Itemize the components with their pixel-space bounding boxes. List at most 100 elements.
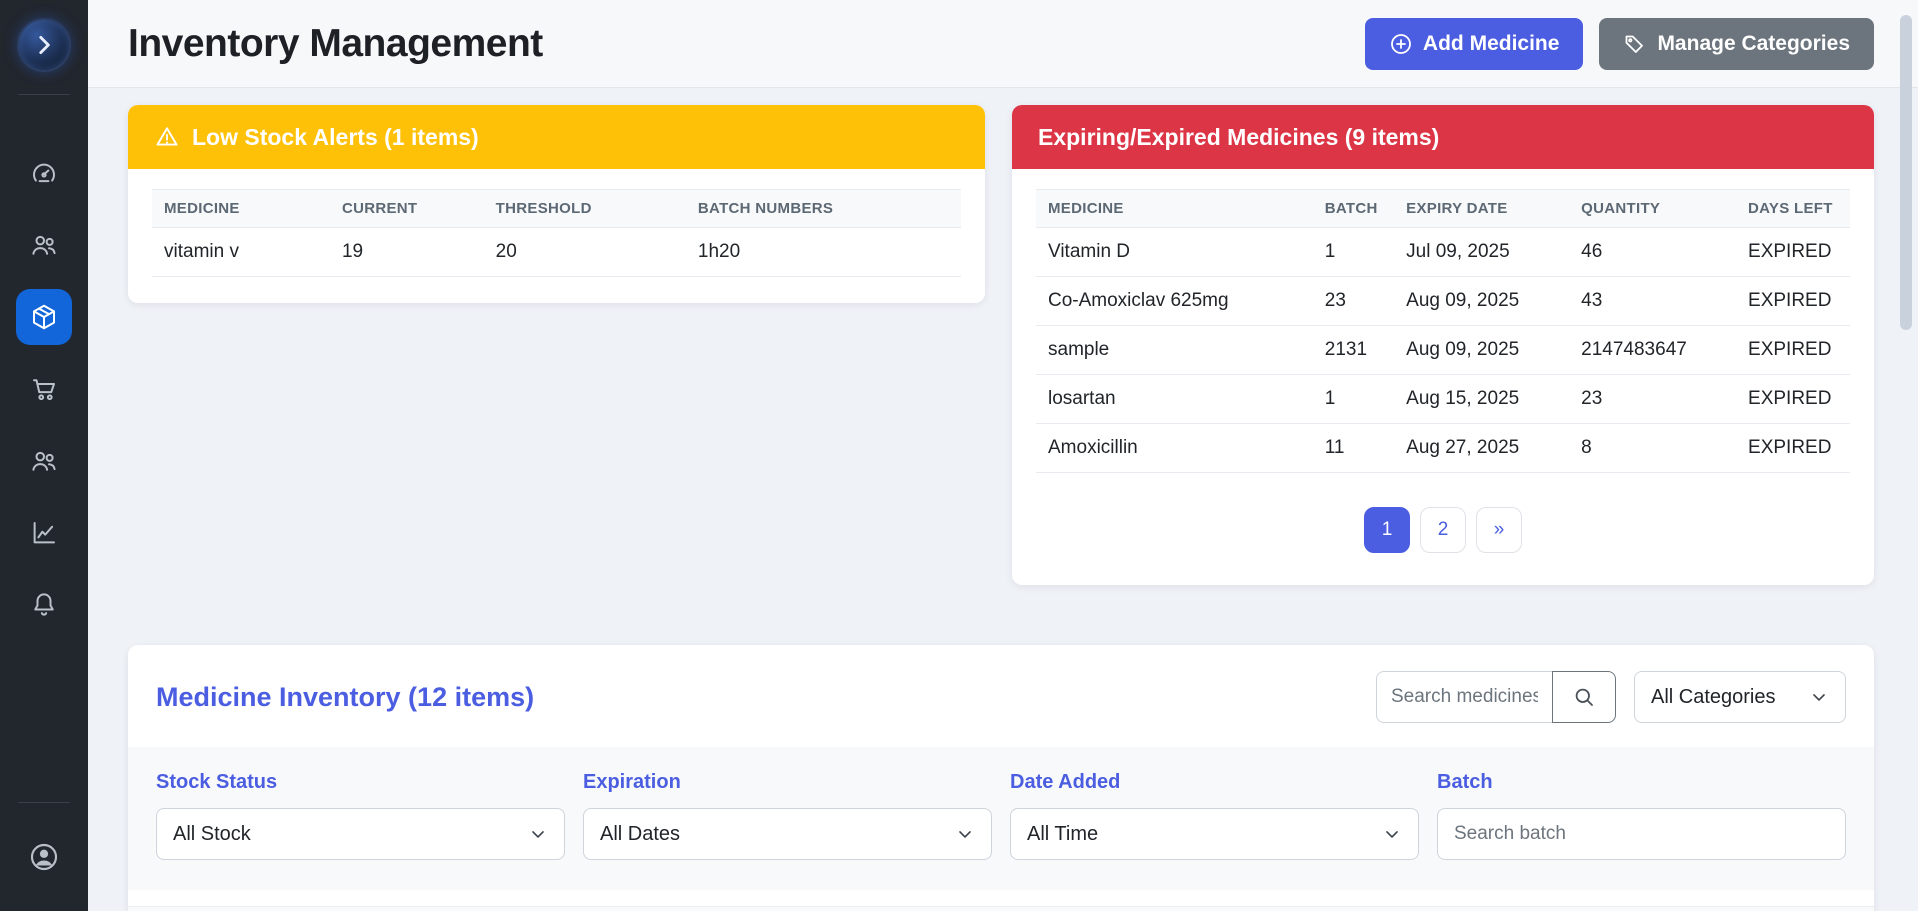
page-header: Inventory Management Add Medicine Manage… (88, 0, 1918, 88)
column-header: Days Left (1736, 190, 1850, 228)
page-scrollbar-thumb[interactable] (1900, 15, 1912, 330)
table-cell: 8 (1569, 424, 1736, 473)
pagination-page-1[interactable]: 1 (1364, 507, 1410, 553)
column-header: Quantity (1293, 907, 1468, 911)
manage-categories-button[interactable]: Manage Categories (1599, 18, 1874, 70)
table-cell: Aug 09, 2025 (1394, 277, 1569, 326)
category-select-value: All Categories (1651, 686, 1776, 709)
plus-circle-icon (1389, 32, 1413, 56)
table-header-row: MedicineBatchExpiry DateQuantityDays Lef… (1036, 190, 1850, 228)
manage-categories-label: Manage Categories (1657, 32, 1850, 56)
column-header: ID (128, 907, 184, 911)
column-header: Expiry Date (1394, 190, 1569, 228)
warning-triangle-icon (154, 124, 180, 150)
batch-search-input[interactable] (1437, 808, 1846, 860)
sidebar-toggle-button[interactable] (17, 18, 71, 72)
table-row: sample2131Aug 09, 20252147483647EXPIRED (1036, 326, 1850, 375)
chevron-down-icon (528, 824, 548, 844)
sidebar-item-notifications[interactable] (16, 577, 72, 633)
table-cell: Co-Amoxiclav 625mg (1036, 277, 1313, 326)
table-cell: 19 (330, 228, 484, 277)
sidebar-item-inventory[interactable] (16, 289, 72, 345)
chart-line-icon (29, 518, 59, 548)
table-cell: 2131 (1313, 326, 1394, 375)
column-header: Batch (636, 907, 828, 911)
page-title: Inventory Management (128, 22, 543, 66)
table-cell: 1 (1313, 228, 1394, 277)
column-header: Quantity (1569, 190, 1736, 228)
sidebar-divider (18, 94, 70, 95)
content-area: Low Stock Alerts (1 items) MedicineCurre… (88, 88, 1918, 911)
add-medicine-button[interactable]: Add Medicine (1365, 18, 1584, 70)
table-cell: EXPIRED (1736, 375, 1850, 424)
table-cell: Aug 27, 2025 (1394, 424, 1569, 473)
table-cell: 11 (1313, 424, 1394, 473)
inventory-title: Medicine Inventory (12 items) (156, 682, 534, 713)
tag-icon (1623, 32, 1647, 56)
expiring-card-header: Expiring/Expired Medicines (9 items) (1012, 105, 1874, 169)
sidebar-item-users[interactable] (16, 217, 72, 273)
medicine-search-group (1376, 671, 1616, 723)
date-added-value: All Time (1027, 823, 1098, 846)
pagination-next-button[interactable]: » (1476, 507, 1522, 553)
table-cell: Aug 09, 2025 (1394, 326, 1569, 375)
table-cell: Aug 15, 2025 (1394, 375, 1569, 424)
app-window: Inventory Management Add Medicine Manage… (0, 0, 1918, 911)
medicine-inventory-card: Medicine Inventory (12 items) All Cate (128, 645, 1874, 911)
filter-expiration: Expiration All Dates (583, 771, 992, 860)
table-cell: Amoxicillin (1036, 424, 1313, 473)
low-stock-card: Low Stock Alerts (1 items) MedicineCurre… (128, 105, 985, 303)
column-header: Batch Numbers (686, 190, 961, 228)
low-stock-card-body: MedicineCurrentThresholdBatch Numbers vi… (128, 169, 985, 303)
date-added-select[interactable]: All Time (1010, 808, 1419, 860)
table-cell: 2147483647 (1569, 326, 1736, 375)
table-row: losartan1Aug 15, 202523EXPIRED (1036, 375, 1850, 424)
sidebar-divider (18, 802, 70, 803)
users-icon (29, 446, 59, 476)
alert-cards-row: Low Stock Alerts (1 items) MedicineCurre… (128, 105, 1874, 585)
table-cell: vitamin v (152, 228, 330, 277)
filter-date-added: Date Added All Time (1010, 771, 1419, 860)
sidebar-nav (16, 145, 72, 633)
add-medicine-label: Add Medicine (1423, 32, 1560, 56)
filter-label: Expiration (583, 771, 992, 794)
table-row: vitamin v19201h20 (152, 228, 961, 277)
pagination-page-2[interactable]: 2 (1420, 507, 1466, 553)
column-header: Medicine Name (184, 907, 486, 911)
search-input[interactable] (1376, 671, 1552, 723)
sidebar (0, 0, 88, 911)
expiring-card-body: MedicineBatchExpiry DateQuantityDays Lef… (1012, 169, 1874, 585)
chevron-down-icon (1809, 687, 1829, 707)
column-header: Selling Price (1128, 907, 1292, 911)
filter-batch: Batch (1437, 771, 1846, 860)
header-actions: Add Medicine Manage Categories (1365, 18, 1874, 70)
users-icon (29, 230, 59, 260)
sidebar-item-profile[interactable] (16, 829, 72, 885)
inventory-header: Medicine Inventory (12 items) All Cate (128, 645, 1874, 747)
table-cell: 20 (484, 228, 686, 277)
table-cell: 46 (1569, 228, 1736, 277)
chevron-down-icon (955, 824, 975, 844)
column-header: Expiry (828, 907, 996, 911)
sidebar-item-reports[interactable] (16, 505, 72, 561)
sidebar-item-sales[interactable] (16, 361, 72, 417)
low-stock-card-header: Low Stock Alerts (1 items) (128, 105, 985, 169)
filter-label: Date Added (1010, 771, 1419, 794)
table-header-row: MedicineCurrentThresholdBatch Numbers (152, 190, 961, 228)
expiration-select[interactable]: All Dates (583, 808, 992, 860)
expiring-pagination: 1 2 » (1036, 507, 1850, 553)
column-header: Medicine (152, 190, 330, 228)
stock-status-select[interactable]: All Stock (156, 808, 565, 860)
chevron-down-icon (1382, 824, 1402, 844)
filter-label: Batch (1437, 771, 1846, 794)
sidebar-item-customers[interactable] (16, 433, 72, 489)
bell-icon (29, 590, 59, 620)
table-cell: sample (1036, 326, 1313, 375)
inventory-table-wrap: IDMedicine NameCategoryBatchExpiryUnit P… (128, 906, 1874, 911)
sidebar-item-dashboard[interactable] (16, 145, 72, 201)
search-button[interactable] (1552, 671, 1616, 723)
expiring-title: Expiring/Expired Medicines (9 items) (1038, 124, 1439, 151)
table-cell: EXPIRED (1736, 424, 1850, 473)
category-select[interactable]: All Categories (1634, 671, 1846, 723)
person-circle-icon (28, 841, 60, 873)
